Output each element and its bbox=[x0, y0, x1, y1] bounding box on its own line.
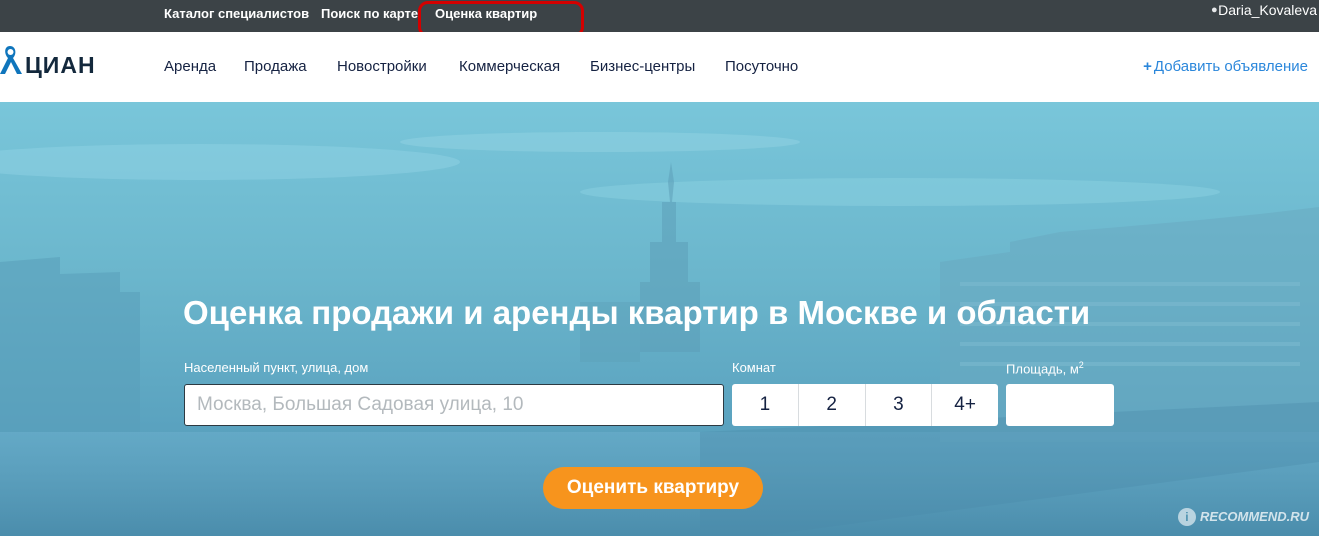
add-listing-link[interactable]: + Добавить объявление bbox=[1143, 58, 1308, 75]
bell-icon[interactable]: ● bbox=[1211, 4, 1218, 16]
area-label: Площадь, м2 bbox=[1006, 360, 1084, 376]
main-nav: ЦИАН Аренда Продажа Новостройки Коммерче… bbox=[0, 32, 1319, 102]
room-option-1[interactable]: 1 bbox=[732, 384, 798, 426]
recommend-badge-icon: i bbox=[1177, 508, 1196, 526]
room-option-2[interactable]: 2 bbox=[797, 384, 865, 426]
page-title: Оценка продажи и аренды квартир в Москве… bbox=[183, 294, 1091, 331]
topbar-link-specialists[interactable]: Каталог специалистов bbox=[164, 6, 309, 21]
plus-icon: + bbox=[1143, 58, 1152, 75]
nav-item-sale[interactable]: Продажа bbox=[244, 58, 307, 75]
nav-item-business-centers[interactable]: Бизнес-центры bbox=[590, 58, 695, 75]
rooms-selector: 1 2 3 4+ bbox=[732, 384, 998, 426]
nav-item-new-buildings[interactable]: Новостройки bbox=[337, 58, 427, 75]
address-input[interactable] bbox=[184, 384, 724, 426]
nav-item-rent[interactable]: Аренда bbox=[164, 58, 216, 75]
address-label: Населенный пункт, улица, дом bbox=[184, 360, 369, 375]
hero-section: Оценка продажи и аренды квартир в Москве… bbox=[0, 102, 1319, 536]
room-option-3[interactable]: 3 bbox=[864, 384, 932, 426]
cian-logo-text[interactable]: ЦИАН bbox=[25, 52, 96, 79]
topbar-link-map-search[interactable]: Поиск по карте bbox=[321, 6, 418, 21]
rooms-label: Комнат bbox=[732, 360, 776, 375]
evaluate-apartment-button[interactable]: Оценить квартиру bbox=[543, 467, 763, 509]
top-bar: Каталог специалистов Поиск по карте Оцен… bbox=[0, 0, 1319, 32]
user-name: Daria_Kovaleva bbox=[1218, 2, 1317, 18]
area-input[interactable] bbox=[1006, 384, 1114, 426]
recommend-watermark: i RECOMMEND.RU bbox=[1177, 508, 1309, 526]
room-option-4-plus[interactable]: 4+ bbox=[931, 384, 998, 426]
add-listing-label: Добавить объявление bbox=[1153, 58, 1308, 75]
area-label-text: Площадь, м bbox=[1006, 361, 1079, 377]
nav-item-commercial[interactable]: Коммерческая bbox=[459, 58, 560, 75]
area-label-sup: 2 bbox=[1078, 360, 1084, 370]
user-menu[interactable]: Daria_Kovaleva bbox=[1218, 2, 1317, 18]
watermark-text: RECOMMEND.RU bbox=[1199, 509, 1309, 524]
nav-item-daily[interactable]: Посуточно bbox=[725, 58, 798, 75]
cian-logo-icon bbox=[0, 46, 22, 74]
